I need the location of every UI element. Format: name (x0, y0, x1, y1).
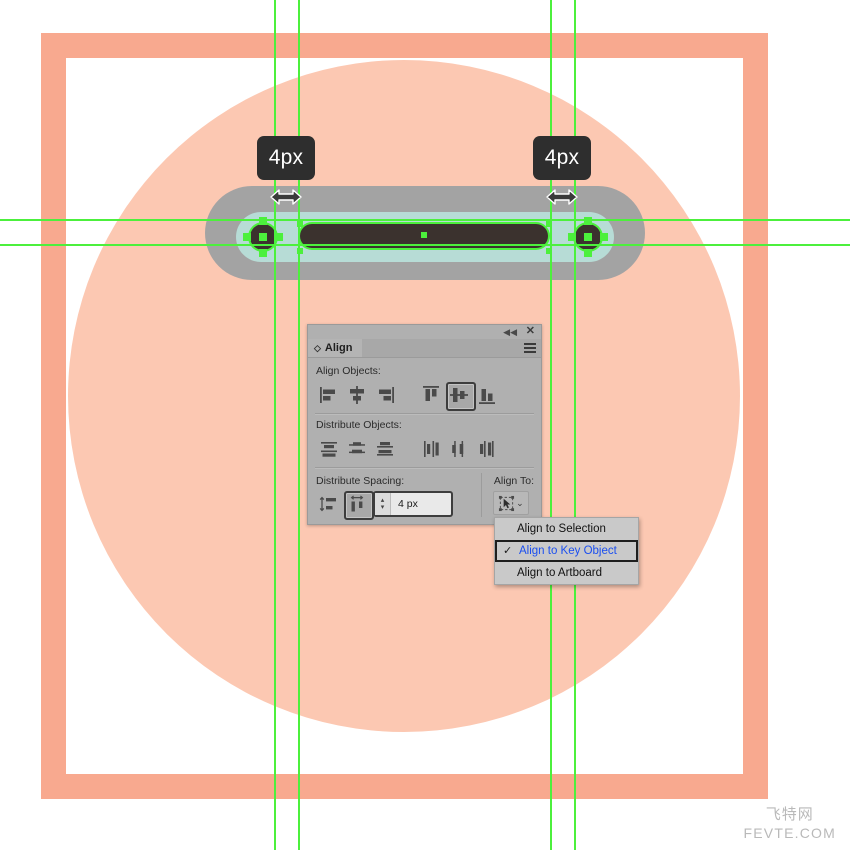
align-to-label: Align To: (493, 475, 534, 487)
horizontal-distribute-right-button[interactable] (473, 436, 501, 462)
vertical-distribute-bottom-button[interactable] (371, 436, 399, 462)
align-to-key-object-icon (499, 495, 515, 511)
align-panel: ◀◀ ✕ ◇ Align Align Objects: Distribute O… (307, 324, 542, 525)
distribute-objects-button-row (315, 435, 534, 463)
screenshot-canvas: 4px 4px ◀◀ ✕ ◇ Align Align Objects: Dist… (0, 0, 850, 850)
tab-align[interactable]: ◇ Align (308, 339, 363, 357)
tab-align-label: Align (324, 342, 353, 354)
panel-menu-icon[interactable] (524, 343, 536, 353)
distribute-spacing-label: Distribute Spacing: (316, 475, 405, 487)
menu-item-align-to-key-object[interactable]: ✓ Align to Key Object (495, 540, 638, 562)
distribute-spacing-column: Distribute Spacing: ▴ ▾ 4 px (315, 473, 469, 520)
vertical-guide (574, 0, 576, 850)
align-objects-label: Align Objects: (316, 365, 381, 377)
spacing-value-field[interactable]: ▴ ▾ 4 px (373, 491, 453, 517)
measurement-badge-right: 4px (533, 136, 591, 180)
watermark: 飞特网 FEVTE.COM (744, 806, 836, 842)
horizontal-distribute-spacing-button[interactable] (343, 491, 374, 520)
panel-tabbar: ◇ Align (308, 339, 541, 358)
horizontal-align-right-button[interactable] (371, 382, 399, 408)
horizontal-align-center-button[interactable] (343, 382, 371, 408)
double-chevron-vertical-icon: ◇ (314, 342, 321, 353)
vertical-distribute-spacing-button[interactable] (315, 491, 343, 517)
horizontal-guide (0, 244, 850, 246)
anchor-point[interactable] (275, 233, 283, 241)
horizontal-guide (0, 219, 850, 221)
align-objects-button-row (315, 381, 534, 411)
anchor-point[interactable] (259, 249, 267, 257)
align-to-column: Align To: ⌄ (480, 473, 534, 517)
panel-divider (315, 413, 534, 415)
menu-item-label: Align to Selection (517, 523, 606, 535)
anchor-point[interactable] (243, 233, 251, 241)
vertical-distribute-top-button[interactable] (315, 436, 343, 462)
anchor-point[interactable] (584, 249, 592, 257)
horizontal-resize-arrow-icon (545, 186, 579, 208)
vertical-align-top-button[interactable] (417, 382, 445, 408)
anchor-point-center[interactable] (259, 233, 267, 241)
distribute-spacing-row: ▴ ▾ 4 px (315, 491, 469, 520)
align-to-dropdown-button[interactable]: ⌄ (492, 491, 529, 515)
stepper-up-icon[interactable]: ▴ (381, 497, 385, 504)
horizontal-distribute-left-button[interactable] (417, 436, 445, 462)
vertical-guide (298, 0, 300, 850)
collapse-panel-icon[interactable]: ◀◀ (503, 327, 517, 337)
anchor-point-center[interactable] (421, 232, 427, 238)
measurement-badge-left: 4px (257, 136, 315, 180)
vertical-guide (274, 0, 276, 850)
horizontal-distribute-center-button[interactable] (445, 436, 473, 462)
distribute-objects-label: Distribute Objects: (316, 419, 402, 431)
horizontal-resize-arrow-icon (269, 186, 303, 208)
stepper-down-icon[interactable]: ▾ (381, 504, 385, 511)
vertical-guide (550, 0, 552, 850)
align-to-dropdown-menu: Align to Selection ✓ Align to Key Object… (494, 517, 639, 585)
check-icon: ✓ (503, 545, 513, 557)
vertical-align-center-button[interactable] (445, 382, 476, 411)
panel-body: Align Objects: Distribute Objects: Distr… (308, 358, 541, 524)
chevron-down-icon[interactable]: ⌄ (516, 498, 524, 508)
menu-item-align-to-artboard[interactable]: Align to Artboard (495, 562, 638, 584)
horizontal-align-left-button[interactable] (315, 382, 343, 408)
panel-titlebar: ◀◀ ✕ (308, 325, 541, 339)
vertical-distribute-center-button[interactable] (343, 436, 371, 462)
vertical-align-bottom-button[interactable] (473, 382, 501, 408)
anchor-point-center[interactable] (584, 233, 592, 241)
close-icon[interactable]: ✕ (526, 325, 535, 338)
panel-divider (315, 467, 534, 469)
panel-bottom-section: Distribute Spacing: ▴ ▾ 4 px Align To: ⌄ (315, 473, 534, 520)
watermark-latin: FEVTE.COM (743, 824, 836, 841)
spacing-stepper[interactable]: ▴ ▾ (375, 493, 391, 515)
menu-item-align-to-selection[interactable]: Align to Selection (495, 518, 638, 540)
spacing-value-text[interactable]: 4 px (391, 498, 451, 510)
watermark-chinese: 飞特网 (765, 805, 814, 823)
menu-item-label: Align to Key Object (519, 545, 617, 557)
anchor-point[interactable] (600, 233, 608, 241)
menu-item-label: Align to Artboard (517, 567, 603, 579)
